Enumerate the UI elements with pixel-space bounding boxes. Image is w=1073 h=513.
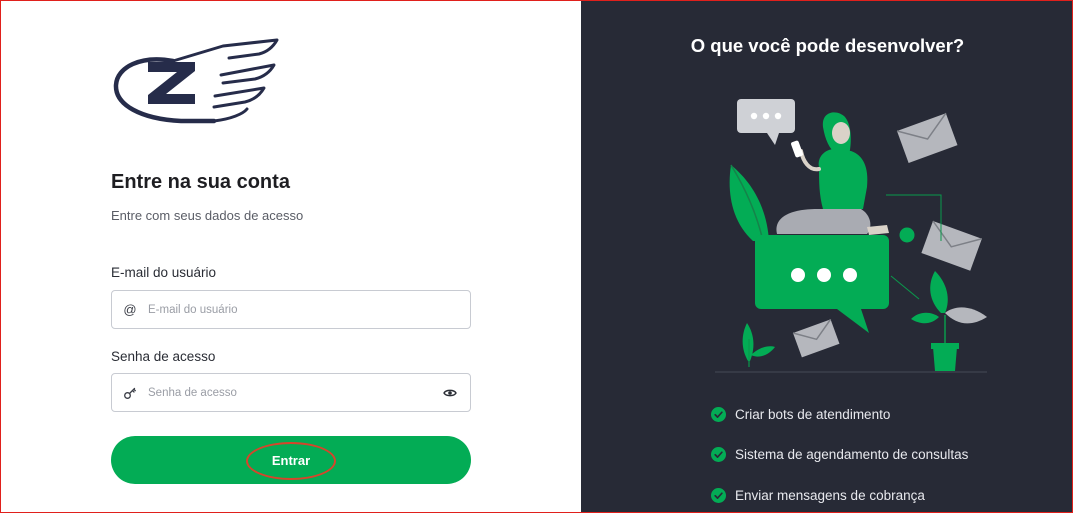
benefit-text: Sistema de agendamento de consultas: [735, 447, 969, 462]
email-input[interactable]: [148, 291, 470, 328]
login-subtitle: Entre com seus dados de acesso: [111, 208, 304, 223]
page-frame: Entre na sua conta Entre com seus dados …: [0, 0, 1073, 513]
login-title: Entre na sua conta: [111, 171, 290, 193]
email-label: E-mail do usuário: [111, 265, 217, 280]
login-button[interactable]: Entrar: [111, 436, 471, 484]
show-password-icon[interactable]: [430, 388, 470, 398]
benefit-text: Enviar mensagens de cobrança: [735, 487, 925, 503]
check-circle-icon: [711, 406, 726, 422]
password-label: Senha de acesso: [111, 349, 216, 364]
promo-title: O que você pode desenvolver?: [690, 35, 965, 56]
chat-illustration-icon: [715, 99, 987, 373]
benefits-list: Criar bots de atendimento Sistema de age…: [711, 404, 968, 512]
list-item: Enviar mensagens de cobrança: [711, 485, 968, 505]
login-button-label: Entrar: [271, 452, 311, 468]
check-circle-icon: [711, 487, 726, 503]
list-item: Criar bots de atendimento: [711, 404, 968, 424]
at-sign-icon: @: [123, 302, 137, 317]
login-panel: Entre na sua conta Entre com seus dados …: [1, 1, 581, 512]
key-icon: [112, 386, 148, 400]
brand-logo: [113, 38, 279, 124]
email-field[interactable]: @: [111, 290, 471, 329]
benefit-text: Criar bots de atendimento: [735, 406, 891, 422]
password-field[interactable]: [111, 373, 471, 412]
check-circle-icon: [711, 447, 726, 462]
list-item: Sistema de agendamento de consultas: [711, 445, 968, 465]
password-input[interactable]: [148, 374, 430, 411]
